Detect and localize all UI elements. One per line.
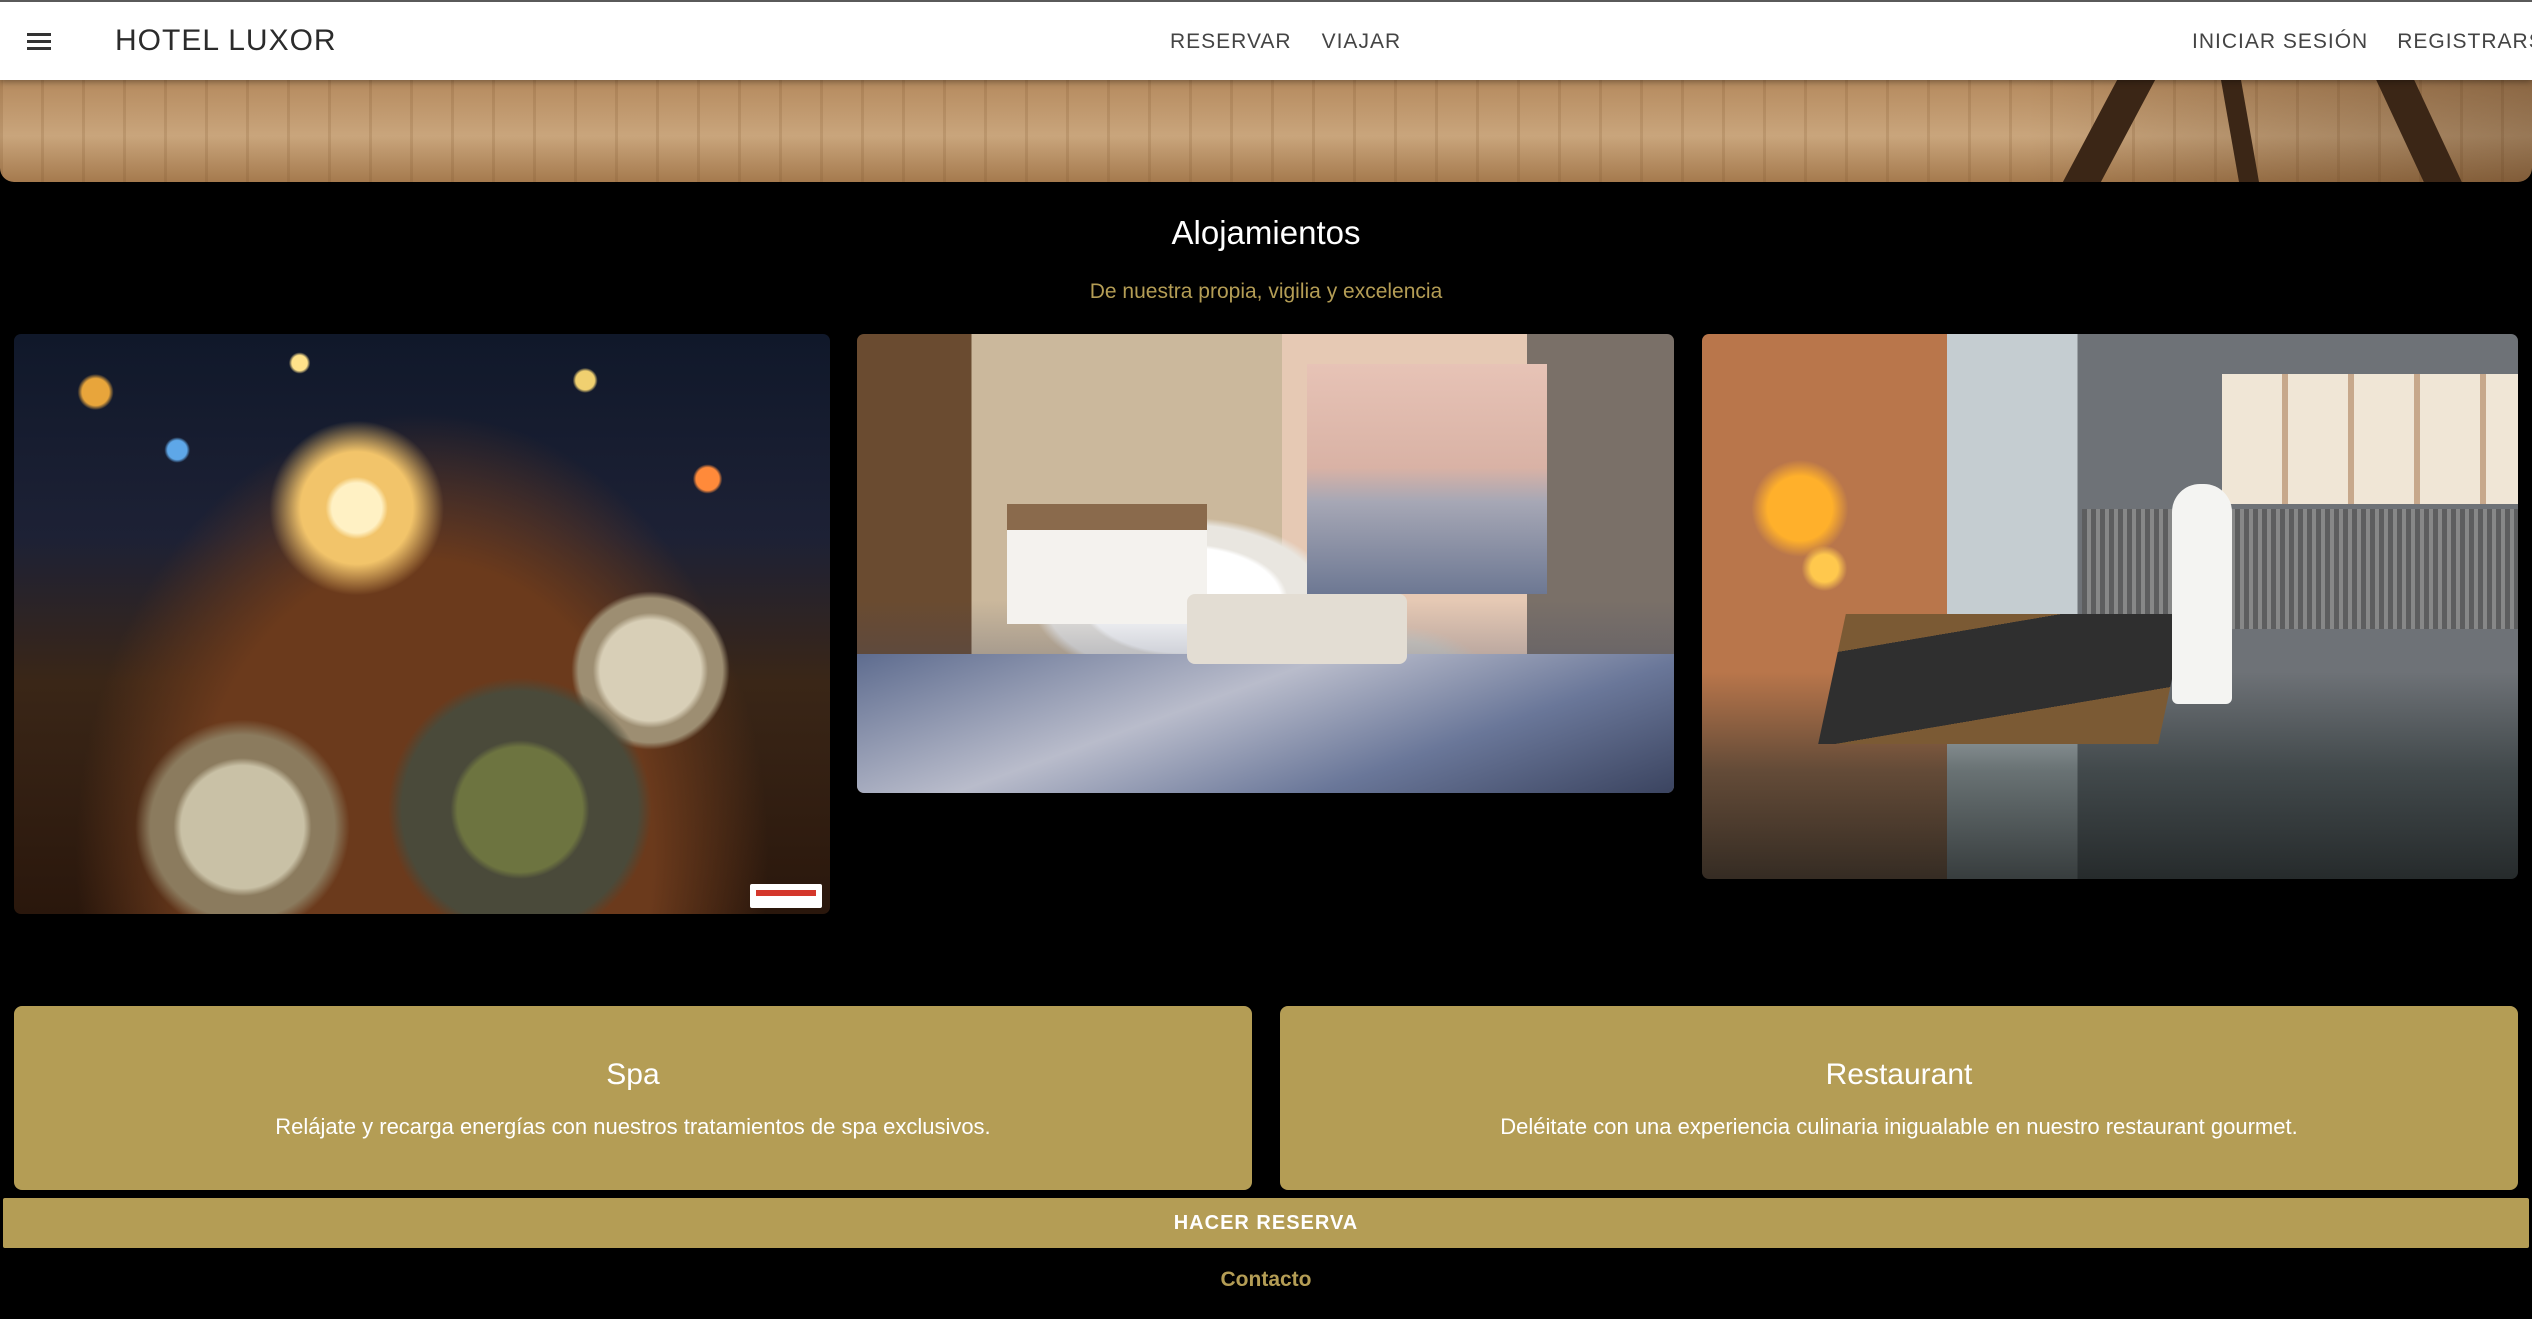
make-reservation-button[interactable]: HACER RESERVA <box>3 1198 2529 1248</box>
nav-iniciar-sesion[interactable]: INICIAR SESIÓN <box>2192 30 2368 54</box>
feature-card-title: Spa <box>606 1058 660 1091</box>
section-subtitle: De nuestra propia, vigilia y excelencia <box>1089 280 1443 303</box>
nav-reservar[interactable]: RESERVAR <box>1170 30 1292 54</box>
account-nav: INICIAR SESIÓN REGISTRARSE <box>2192 30 2532 54</box>
gallery-photo-suite[interactable] <box>857 334 1674 793</box>
section-title: Alojamientos <box>1171 214 1361 251</box>
photo-watermark-logo <box>750 884 822 908</box>
gallery-photo-restaurant[interactable] <box>14 334 830 914</box>
hamburger-menu-icon[interactable] <box>24 30 54 54</box>
feature-card-text: Relájate y recarga energías con nuestros… <box>275 1114 991 1139</box>
feature-card-text: Deléitate con una experiencia culinaria … <box>1500 1114 2298 1139</box>
contact-link[interactable]: Contacto <box>0 1268 2532 1292</box>
feature-card-spa[interactable]: Spa Relájate y recarga energías con nues… <box>14 1006 1252 1190</box>
nav-registrarse[interactable]: REGISTRARSE <box>2397 30 2532 54</box>
feature-card-title: Restaurant <box>1825 1058 1973 1091</box>
main-nav: RESERVAR VIAJAR <box>1170 30 1401 54</box>
hero-image <box>0 80 2532 182</box>
feature-card-restaurant[interactable]: Restaurant Deléitate con una experiencia… <box>1280 1006 2518 1190</box>
top-app-bar: HOTEL LUXOR RESERVAR VIAJAR INICIAR SESI… <box>0 0 2532 80</box>
nav-viajar[interactable]: VIAJAR <box>1322 30 1402 54</box>
gallery-photo-spa[interactable] <box>1702 334 2518 879</box>
brand-title[interactable]: HOTEL LUXOR <box>115 24 337 58</box>
